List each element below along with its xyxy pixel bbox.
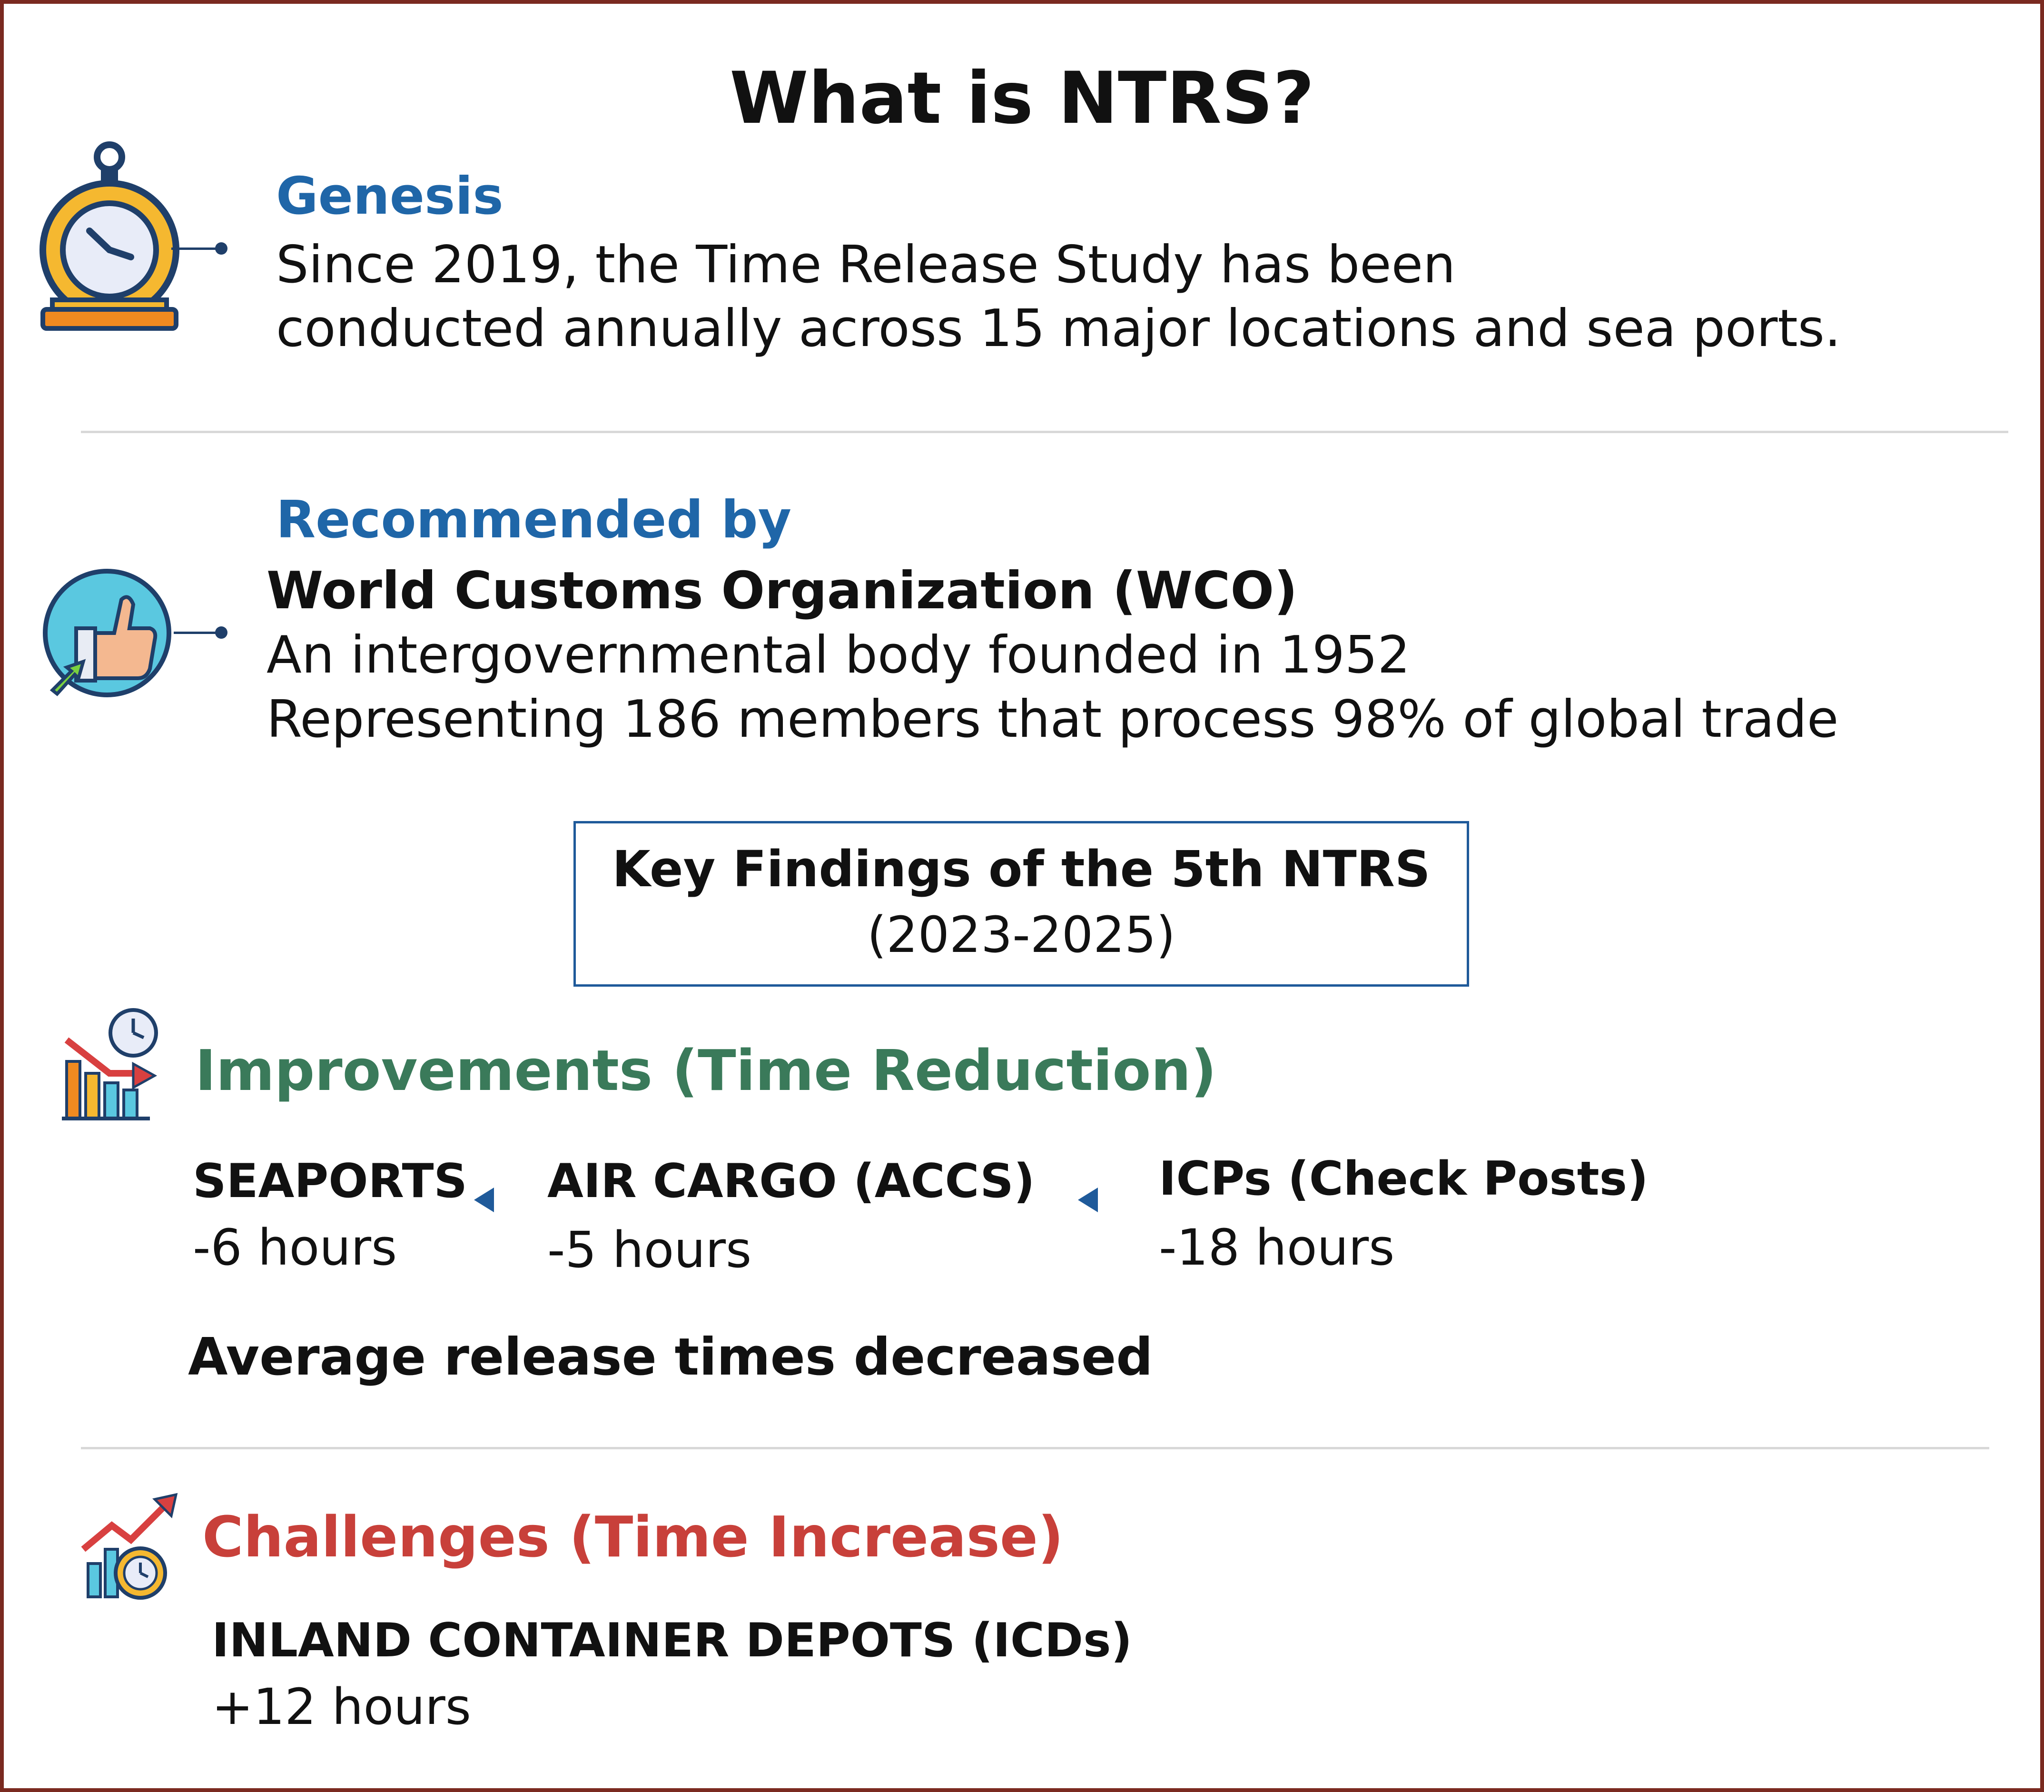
section-divider-2 [81, 1447, 1989, 1449]
arrow-left-icon [1078, 1188, 1098, 1212]
stopwatch-icon [33, 138, 181, 338]
genesis-line-2: conducted annually across 15 major locat… [276, 299, 1841, 358]
air-cargo-label: AIR CARGO (ACCS) [547, 1154, 1035, 1208]
key-findings-box: Key Findings of the 5th NTRS (2023-2025) [573, 821, 1469, 987]
icds-value: +12 hours [212, 1678, 471, 1736]
wco-name: World Customs Organization (WCO) [267, 561, 1298, 621]
key-findings-title: Key Findings of the 5th NTRS [612, 840, 1431, 898]
wco-line-2: Representing 186 members that process 98… [267, 690, 1839, 749]
arrow-left-icon [474, 1188, 494, 1212]
seaports-label: SEAPORTS [193, 1154, 467, 1208]
wco-line-1: An intergovernmental body founded in 195… [267, 625, 1411, 685]
declining-chart-clock-icon [62, 1007, 171, 1123]
page-title: What is NTRS? [730, 57, 1314, 140]
improvements-summary: Average release times decreased [188, 1327, 1153, 1387]
rising-chart-clock-icon [79, 1492, 181, 1602]
genesis-connector [171, 248, 219, 250]
section-divider-1 [81, 431, 2008, 433]
icps-label: ICPs (Check Posts) [1159, 1152, 1649, 1206]
icps-value: -18 hours [1159, 1218, 1395, 1277]
icds-label: INLAND CONTAINER DEPOTS (ICDs) [212, 1614, 1133, 1668]
genesis-line-1: Since 2019, the Time Release Study has b… [276, 235, 1456, 295]
air-cargo-value: -5 hours [547, 1221, 752, 1279]
genesis-heading: Genesis [276, 167, 504, 226]
recommended-connector-dot [215, 626, 227, 639]
thumbs-up-icon [38, 566, 176, 704]
genesis-connector-dot [215, 242, 227, 255]
key-findings-period: (2023-2025) [867, 906, 1176, 964]
improvements-heading: Improvements (Time Reduction) [195, 1038, 1217, 1103]
seaports-value: -6 hours [193, 1218, 397, 1277]
recommended-connector [174, 632, 219, 634]
recommended-heading: Recommended by [276, 490, 792, 550]
challenges-heading: Challenges (Time Increase) [202, 1504, 1064, 1570]
